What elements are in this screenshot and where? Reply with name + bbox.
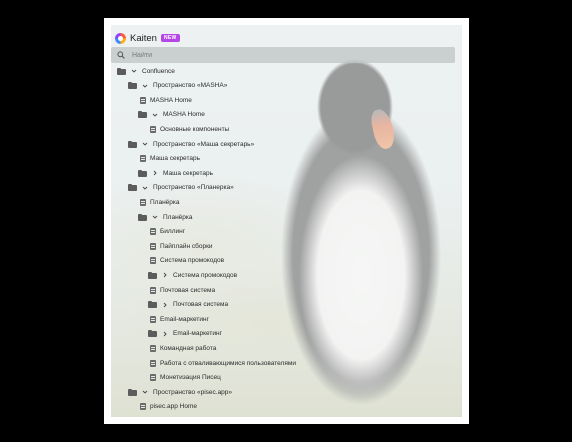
chevron-down-icon[interactable] [151,213,159,221]
tree-item-label: Маша секретарь [150,155,200,163]
chevron-down-icon[interactable] [141,82,149,90]
chevron-down-icon[interactable] [141,140,149,148]
tree-item-label: Планёрка [163,213,193,221]
tree-item-label: MASHA Home [163,111,205,119]
tree-page-row[interactable]: Пайплайн сборки [148,240,213,252]
tree-item-label: Пространство «Маша секретарь» [153,140,255,148]
page-icon [150,359,156,367]
folder-icon [128,82,137,90]
page-icon [140,155,146,163]
folder-icon [138,169,147,177]
tree-folder-row[interactable]: Email-маркетинг [148,328,222,340]
folder-icon [138,111,147,119]
tree-item-label: Пайплайн сборки [160,242,213,250]
tree-item-label: Маша секретарь [163,169,213,177]
tree-page-row[interactable]: Основные компоненты [148,123,229,135]
chevron-right-icon[interactable] [161,271,169,279]
folder-icon [128,184,137,192]
tree-item-label: MASHA Home [150,96,192,104]
folder-icon [128,140,137,148]
chevron-down-icon[interactable] [141,184,149,192]
chevron-right-icon[interactable] [161,301,169,309]
search-input[interactable] [130,50,434,60]
tree-item-label: Почтовая система [173,301,229,309]
tree-folder-row[interactable]: Планёрка [138,211,193,223]
tree-page-row[interactable]: pisec.app Home [138,401,197,413]
search-bar[interactable] [111,47,455,63]
page-icon [140,403,146,411]
tree-page-row[interactable]: Работа с отваливающимися пользователями [148,357,296,369]
tree-folder-row[interactable]: Пространство «MASHA» [128,80,227,92]
page-icon [150,257,156,265]
search-icon [117,51,125,59]
tree-item-label: pisec.app Home [150,403,197,411]
page-icon [150,344,156,352]
tree-item-label: Пространство «MASHA» [153,82,228,90]
tree-item-label: Основные компоненты [160,125,230,133]
folder-icon [148,271,157,279]
tree-page-row[interactable]: MASHA Home [138,94,192,106]
tree-item-label: Командная работа [160,344,217,352]
tree-page-row[interactable]: Командная работа [148,342,216,354]
tree-page-row[interactable]: Почтовая система [148,284,215,296]
tree-page-row[interactable]: Система промокодов [148,255,224,267]
tree-page-row[interactable]: Биллинг [148,226,185,238]
window-frame: Kaiten NEW Confluence Пространство «MASHA… [104,18,469,424]
tree-folder-row[interactable]: Почтовая система [148,299,228,311]
tree-item-label: Почтовая система [160,286,216,294]
page-icon [150,374,156,382]
app-title: Kaiten [130,32,157,44]
tree-page-row[interactable]: Email-маркетинг [148,313,209,325]
tree-page-row[interactable]: Маша секретарь [138,153,200,165]
tree-item-label: Confluence [142,67,175,75]
chevron-down-icon[interactable] [141,388,149,396]
tree-item-label: Планёрка [150,198,180,206]
tree-page-row[interactable]: Планёрка [138,196,180,208]
folder-icon [138,213,147,221]
tree-folder-row[interactable]: Пространство «Планерка» [128,182,234,194]
sidebar-panel: Kaiten NEW Confluence Пространство «MASHA… [111,25,462,417]
folder-icon [117,67,126,75]
tree-item-label: Система промокодов [160,257,225,265]
page-icon [150,228,156,236]
new-badge: NEW [160,34,180,42]
tree-page-row[interactable]: Монетизация Писец [148,372,221,384]
kaiten-logo-icon [115,32,126,44]
app-header: Kaiten NEW [115,30,180,46]
tree-folder-row[interactable]: Пространство «pisec.app» [128,386,232,398]
folder-icon [148,301,157,309]
tree-folder-row[interactable]: MASHA Home [138,109,205,121]
chevron-right-icon[interactable] [161,330,169,338]
page-icon [150,242,156,250]
tree-item-label: Биллинг [160,228,186,236]
tree-item-label: Email-маркетинг [160,315,210,323]
tree-folder-row[interactable]: Пространство «Маша секретарь» [128,138,254,150]
tree-item-label: Система промокодов [173,271,238,279]
tree-item-label: Пространство «pisec.app» [153,388,233,396]
tree-item-label: Работа с отваливающимися пользователями [160,359,296,367]
chevron-right-icon[interactable] [151,169,159,177]
page-icon [150,125,156,133]
folder-icon [128,388,137,396]
page-icon [140,198,146,206]
page-icon [150,286,156,294]
folder-icon [148,330,157,338]
page-icon [140,96,146,104]
tree-item-label: Монетизация Писец [160,374,221,382]
tree-folder-row[interactable]: Система промокодов [148,269,237,281]
page-icon [150,315,156,323]
chevron-down-icon[interactable] [130,67,138,75]
tree-folder-row[interactable]: Confluence [117,65,175,77]
tree-folder-row[interactable]: Маша секретарь [138,167,213,179]
tree-item-label: Email-маркетинг [173,330,223,338]
chevron-down-icon[interactable] [151,111,159,119]
tree-item-label: Пространство «Планерка» [153,184,234,192]
